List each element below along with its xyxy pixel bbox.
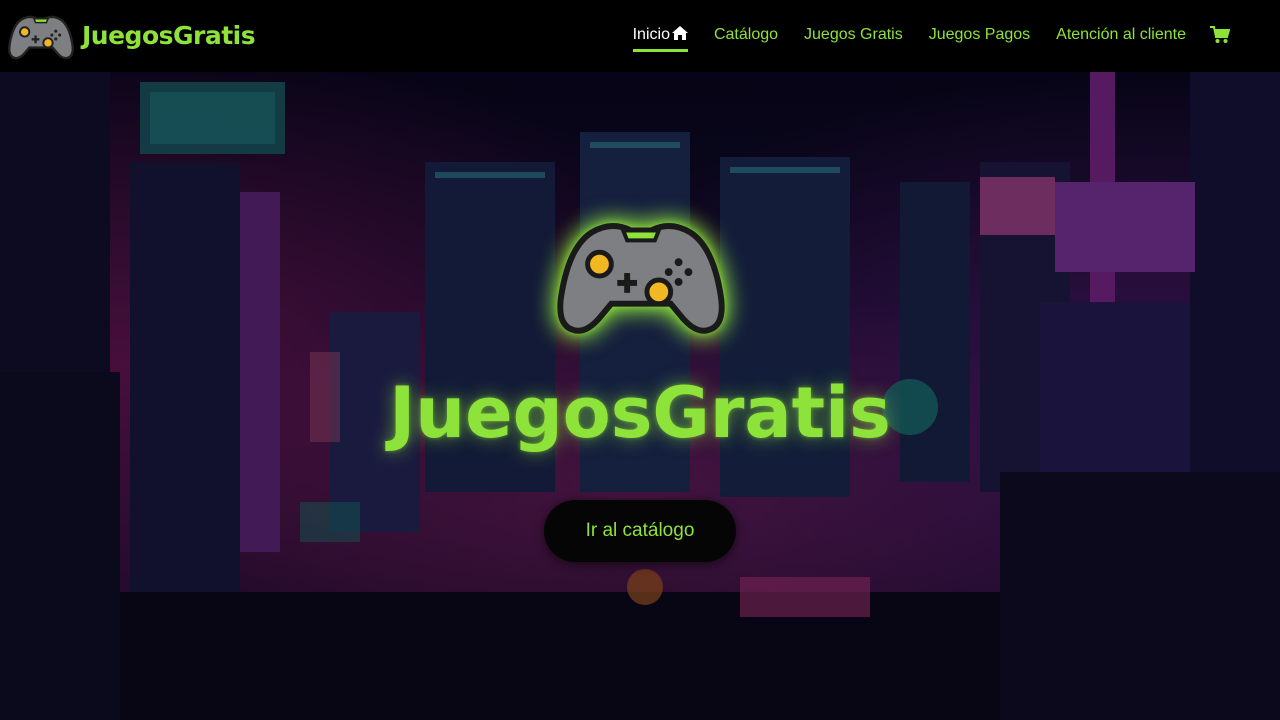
hero-title: JuegosGratis <box>389 372 891 454</box>
brand-link[interactable]: JuegosGratis <box>6 11 256 63</box>
home-icon <box>671 26 688 40</box>
hero-section: JuegosGratis Ir al catálogo <box>0 72 1280 720</box>
cart-icon[interactable] <box>1210 26 1230 44</box>
nav-item-catalogo[interactable]: Catálogo <box>714 26 778 48</box>
nav-menu: Inicio Catálogo Juegos Gratis Juegos Pag… <box>607 26 1230 52</box>
nav-item-label: Inicio <box>632 26 670 43</box>
nav-item-juegos-gratis[interactable]: Juegos Gratis <box>804 26 903 48</box>
go-to-catalog-button[interactable]: Ir al catálogo <box>544 500 736 562</box>
gamepad-icon <box>557 223 725 334</box>
nav-item-juegos-pagos[interactable]: Juegos Pagos <box>929 26 1030 48</box>
nav-item-inicio[interactable]: Inicio <box>632 26 689 52</box>
nav-item-atencion-cliente[interactable]: Atención al cliente <box>1056 26 1186 48</box>
navbar: JuegosGratis Inicio Catálogo Juegos Grat… <box>0 0 1280 72</box>
gamepad-icon <box>8 15 74 60</box>
brand-name: JuegosGratis <box>82 20 256 50</box>
